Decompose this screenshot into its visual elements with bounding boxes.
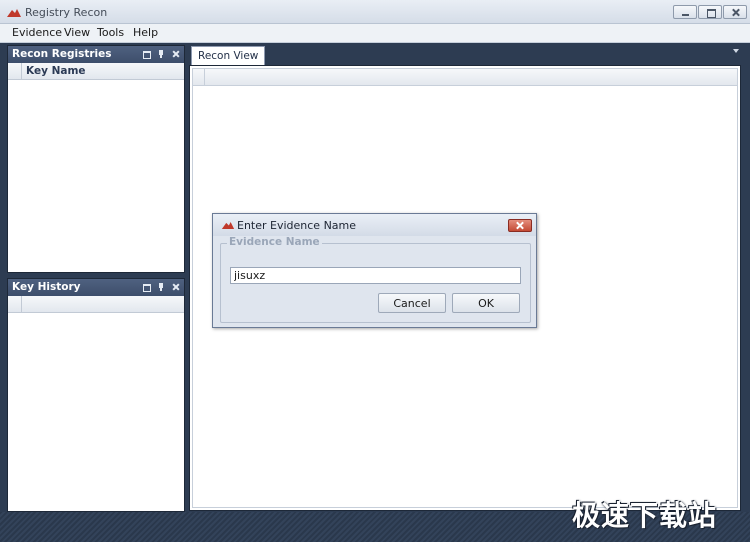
row-selector-header[interactable] [193, 69, 205, 85]
menu-evidence[interactable]: Evidence [10, 26, 64, 39]
title-bar: Registry Recon [0, 0, 750, 24]
row-selector-header[interactable] [8, 296, 22, 312]
minimize-button[interactable] [673, 5, 697, 19]
grid-header: Key Name [8, 63, 184, 80]
dialog-title: Enter Evidence Name [237, 219, 357, 232]
panel-title: Key History [12, 281, 81, 293]
minimize-icon [674, 6, 696, 18]
evidence-name-group: Evidence Name Cancel OK [220, 236, 531, 323]
row-selector-header[interactable] [8, 63, 22, 79]
close-panel-icon[interactable] [171, 281, 181, 293]
pin-icon[interactable] [156, 281, 166, 293]
menu-tools[interactable]: Tools [95, 26, 126, 39]
group-label: Evidence Name [227, 236, 322, 248]
enter-evidence-name-dialog: Enter Evidence Name Evidence Name Cancel… [212, 213, 537, 328]
maximize-button[interactable] [698, 5, 722, 19]
cancel-button[interactable]: Cancel [378, 293, 446, 313]
tab-recon-view[interactable]: Recon View [191, 46, 266, 65]
dialog-title-bar: Enter Evidence Name [213, 214, 536, 236]
menu-view[interactable]: View [62, 26, 92, 39]
grid-header [193, 69, 737, 86]
window-title: Registry Recon [25, 6, 108, 19]
tab-list-dropdown-icon[interactable] [733, 49, 739, 53]
float-panel-icon[interactable] [141, 281, 151, 293]
app-logo-icon [7, 9, 21, 17]
menu-bar: Evidence View Tools Help [0, 24, 750, 43]
recon-registries-panel: Recon Registries Key Name [7, 45, 185, 273]
close-icon [724, 6, 746, 18]
document-tab-strip: Recon View [189, 45, 741, 65]
menu-help[interactable]: Help [131, 26, 160, 39]
watermark-text: 极速下载站 [572, 499, 718, 532]
dialog-close-button[interactable] [508, 219, 532, 232]
grid-header [8, 296, 184, 313]
panel-title: Recon Registries [12, 48, 112, 60]
app-logo-icon [221, 222, 235, 229]
ok-button[interactable]: OK [452, 293, 520, 313]
pin-icon[interactable] [156, 48, 166, 60]
maximize-icon [699, 6, 721, 18]
evidence-name-input[interactable] [230, 267, 521, 284]
close-panel-icon[interactable] [171, 48, 181, 60]
column-key-name[interactable]: Key Name [26, 65, 86, 77]
float-panel-icon[interactable] [141, 48, 151, 60]
close-window-button[interactable] [723, 5, 747, 19]
recon-registries-header: Recon Registries [8, 46, 184, 63]
key-history-panel: Key History [7, 278, 185, 512]
key-history-header: Key History [8, 279, 184, 296]
